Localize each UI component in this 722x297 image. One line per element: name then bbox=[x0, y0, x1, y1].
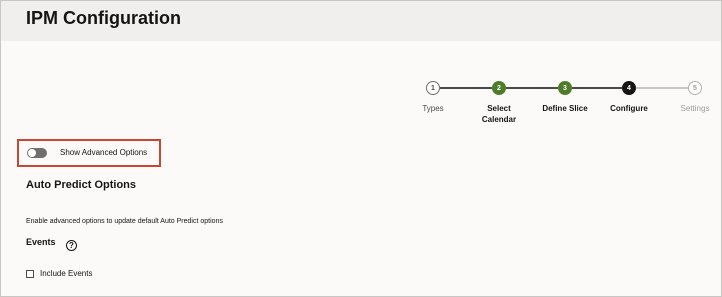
stepper-connector bbox=[572, 87, 622, 89]
advanced-options-label[interactable]: Show Advanced Options bbox=[60, 148, 147, 157]
auto-predict-helper-text: Enable advanced options to update defaul… bbox=[26, 218, 223, 225]
train-stepper: 1 2 3 4 5 Types Select Calendar Define S… bbox=[1, 1, 721, 131]
stepper-connector bbox=[636, 87, 688, 89]
step-select-calendar-dot[interactable]: 2 bbox=[492, 81, 506, 95]
step-settings-label[interactable]: Settings bbox=[655, 103, 721, 114]
step-define-slice-dot[interactable]: 3 bbox=[558, 81, 572, 95]
events-label: Events bbox=[26, 237, 56, 247]
ipm-configuration-panel: IPM Configuration 1 2 3 4 5 Types Select… bbox=[0, 0, 722, 297]
advanced-options-toggle[interactable] bbox=[27, 148, 47, 158]
include-events-checkbox[interactable] bbox=[26, 270, 34, 278]
include-events-label[interactable]: Include Events bbox=[40, 269, 92, 278]
auto-predict-title: Auto Predict Options bbox=[26, 179, 136, 191]
help-icon[interactable]: ? bbox=[66, 240, 77, 251]
step-select-calendar-text: Select Calendar bbox=[481, 104, 517, 124]
stepper-connector bbox=[440, 87, 492, 89]
stepper-connector bbox=[506, 87, 558, 89]
step-configure-dot[interactable]: 4 bbox=[622, 81, 636, 95]
step-types-dot[interactable]: 1 bbox=[426, 81, 440, 95]
step-settings-dot[interactable]: 5 bbox=[688, 81, 702, 95]
toggle-knob bbox=[28, 149, 36, 157]
